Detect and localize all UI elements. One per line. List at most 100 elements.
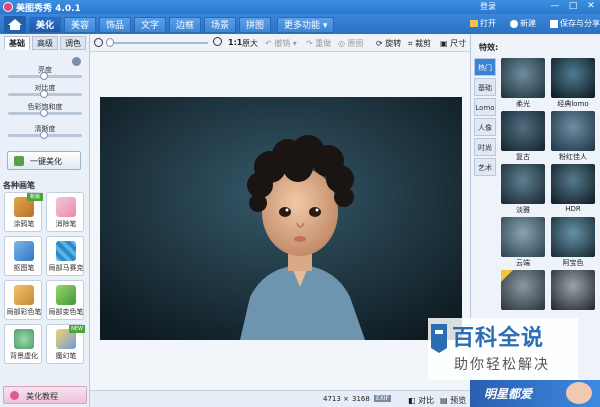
- tab-text[interactable]: 文字: [134, 17, 167, 33]
- effect-thumb-pink-lady[interactable]: [551, 111, 595, 151]
- new-badge: NEW: [69, 325, 85, 333]
- edited-photo[interactable]: [100, 97, 462, 340]
- hot-corner-badge: [501, 270, 513, 282]
- effect-thumb-soft-light[interactable]: [501, 58, 545, 98]
- crop-button[interactable]: ⌗ 裁剪: [408, 38, 431, 49]
- tab-beauty[interactable]: 美容: [64, 17, 97, 33]
- home-button[interactable]: [4, 16, 26, 33]
- effect-thumb-extra-2[interactable]: [551, 270, 595, 310]
- effects-header: 特效:: [479, 43, 499, 52]
- contrast-slider-thumb[interactable]: [40, 90, 48, 98]
- zoom-slider[interactable]: [108, 42, 208, 44]
- save-share-button[interactable]: 保存与分享: [550, 17, 600, 31]
- zoom-slider-thumb[interactable]: [106, 38, 114, 47]
- effect-category-basic[interactable]: 基础: [474, 78, 496, 96]
- zoom-in-icon[interactable]: [213, 37, 222, 46]
- tab-border[interactable]: 边框: [169, 17, 202, 33]
- color-brush-icon: [14, 285, 34, 305]
- rotate-button[interactable]: ⟳ 旋转: [376, 38, 401, 49]
- actual-size-label[interactable]: 原大: [242, 38, 258, 49]
- cutout-icon: [14, 241, 34, 261]
- eraser-icon: [56, 197, 76, 217]
- undo-button[interactable]: ↶ 撤销 ▾: [265, 38, 297, 49]
- preview-button[interactable]: ▤ 预览: [440, 395, 466, 406]
- tab-accessories[interactable]: 饰品: [99, 17, 132, 33]
- promo-banner[interactable]: 明星都爱: [470, 380, 600, 407]
- blur-icon: [14, 329, 34, 349]
- app-logo-icon: [3, 2, 13, 12]
- effect-category-fashion[interactable]: 时尚: [474, 138, 496, 156]
- mosaic-icon: [56, 241, 76, 261]
- child-portrait-image: [100, 97, 462, 340]
- maximize-button[interactable]: □: [566, 1, 580, 12]
- tab-collage[interactable]: 拼图: [239, 17, 272, 33]
- folder-icon: [470, 20, 478, 27]
- tab-beautify[interactable]: 美化: [29, 17, 62, 33]
- effect-thumb-hdr[interactable]: [551, 164, 595, 204]
- effect-thumb-elegant[interactable]: [501, 164, 545, 204]
- status-bar: 4713 × 3168 EXIF ◧ 对比 ▤ 预览: [90, 390, 470, 407]
- recolor-icon: [56, 285, 76, 305]
- new-badge: 新版: [27, 193, 43, 201]
- effect-thumb-retro[interactable]: [501, 111, 545, 151]
- effect-category-portrait[interactable]: 人像: [474, 118, 496, 136]
- effect-thumb-extra-1[interactable]: [501, 270, 545, 310]
- image-toolbar: 1:1 原大 ↶ 撤销 ▾ ↷ 重做 ◎ 原图 ⟳ 旋转 ⌗ 裁剪 ▣ 尺寸: [90, 34, 470, 52]
- banner-avatar: [566, 382, 592, 404]
- close-button[interactable]: ✕: [584, 1, 598, 12]
- tab-more-features[interactable]: 更多功能 ▾: [277, 17, 335, 33]
- one-click-beautify-button[interactable]: 一键美化: [7, 151, 81, 170]
- compare-button[interactable]: ◧ 对比: [408, 395, 434, 406]
- tool-magic-pen[interactable]: NEW 魔幻笔: [46, 324, 85, 364]
- open-button[interactable]: 打开: [470, 17, 496, 31]
- exif-badge[interactable]: EXIF: [374, 395, 392, 402]
- effect-thumb-baby-color[interactable]: [551, 217, 595, 257]
- actual-size-ratio[interactable]: 1:1: [228, 38, 242, 47]
- zoom-out-icon[interactable]: [94, 38, 103, 47]
- tutorial-button[interactable]: 美化教程: [3, 386, 87, 404]
- watermark-title: 百科全说: [452, 326, 545, 351]
- new-button[interactable]: 新建: [510, 17, 536, 31]
- tutorial-icon: [10, 391, 19, 400]
- save-icon: [550, 19, 558, 28]
- original-image-button[interactable]: ◎ 原图: [338, 38, 364, 49]
- redo-button[interactable]: ↷ 重做: [306, 38, 331, 49]
- tool-local-mosaic[interactable]: 局部马赛克: [46, 236, 84, 276]
- menu-bar: 美化 美容 饰品 文字 边框 场景 拼图 更多功能 ▾ 打开 新建 保存与分享: [0, 14, 600, 34]
- tool-doodle-pen[interactable]: 新版 涂鸦笔: [4, 192, 43, 232]
- watermark-overlay: 百科全说 助你轻松解决: [428, 318, 578, 380]
- effect-category-popular[interactable]: 热门: [474, 58, 496, 76]
- magic-wand-icon: [14, 156, 24, 166]
- home-icon: [8, 19, 22, 30]
- effect-thumb-cloud[interactable]: [501, 217, 545, 257]
- brush-section-header: 各种画笔: [3, 181, 35, 190]
- watermark-subtitle: 助你轻松解决: [454, 357, 550, 373]
- image-canvas[interactable]: [90, 52, 470, 390]
- effect-thumb-classic-lomo[interactable]: [551, 58, 595, 98]
- sharpness-slider-thumb[interactable]: [40, 131, 48, 139]
- minimize-button[interactable]: —: [548, 1, 562, 12]
- tool-local-recolor-pen[interactable]: 局部变色笔: [46, 280, 84, 320]
- effect-category-lomo[interactable]: Lomo: [474, 98, 496, 116]
- plus-circle-icon: [510, 19, 518, 28]
- subtab-color[interactable]: 调色: [60, 36, 86, 50]
- banner-text: 明星都爱: [484, 387, 533, 401]
- baike-logo-icon: [431, 324, 447, 353]
- tool-cutout-pen[interactable]: 抠图笔: [4, 236, 42, 276]
- effect-category-art[interactable]: 艺术: [474, 158, 496, 176]
- app-title: 美图秀秀 4.0.1: [16, 4, 81, 14]
- brightness-slider-thumb[interactable]: [40, 72, 48, 80]
- tab-scene[interactable]: 场景: [204, 17, 237, 33]
- login-link[interactable]: 登录: [480, 1, 496, 12]
- subtab-advanced[interactable]: 高级: [32, 36, 58, 50]
- dimension-separator: ×: [343, 395, 349, 403]
- title-bar: 美图秀秀 4.0.1 登录 — □ ✕: [0, 0, 600, 14]
- tool-background-blur[interactable]: 背景虚化: [4, 324, 42, 364]
- saturation-slider-thumb[interactable]: [40, 109, 48, 117]
- subtab-basic[interactable]: 基础: [4, 36, 30, 50]
- image-width: 4713: [323, 395, 341, 403]
- tool-local-color-pen[interactable]: 局部彩色笔: [4, 280, 42, 320]
- resize-button[interactable]: ▣ 尺寸: [440, 38, 466, 49]
- left-panel: 基础 高级 调色 亮度 对比度 色彩饱和度 清晰度 一键美化 各种画笔 新版 涂…: [0, 34, 90, 407]
- tool-eraser-pen[interactable]: 消除笔: [46, 192, 84, 232]
